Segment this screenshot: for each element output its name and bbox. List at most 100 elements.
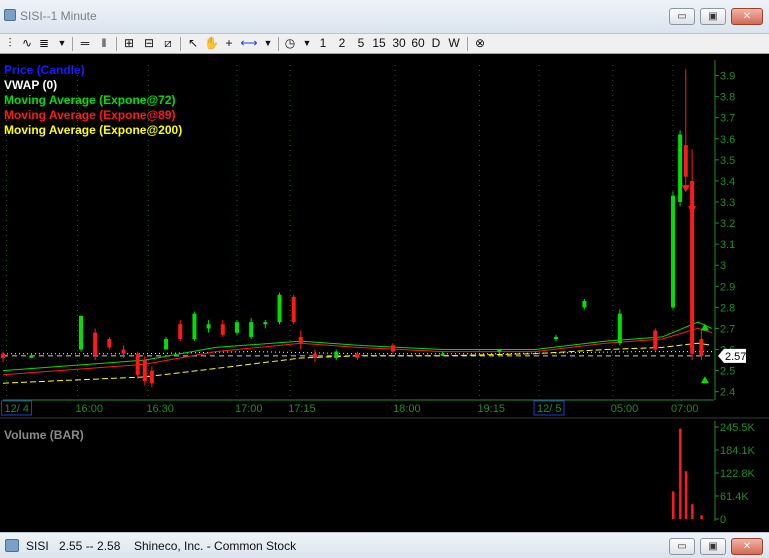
volume-y-tick-label: 245.5K [720,422,756,434]
x-tick-label: 16:30 [146,403,174,415]
volume-bar [684,471,688,519]
y-tick-label: 3.4 [720,176,735,188]
period-w[interactable]: W [447,35,461,52]
y-tick-label: 3.3 [720,197,735,209]
candle-body [671,195,676,308]
period-2[interactable]: 2 [336,35,348,52]
chevron-down-icon[interactable]: ▼ [262,35,274,52]
measure-tool-icon[interactable]: ⟷ [240,35,258,52]
candle-body [121,349,126,354]
chevron-down-icon[interactable]: ▼ [56,35,68,52]
volume-y-tick-label: 61.4K [720,491,749,503]
volume-y-tick-label: 184.1K [720,445,756,457]
candle-body [249,322,254,337]
status-company-name: Shineco, Inc. - Common Stock [134,539,297,553]
candle-body [298,336,303,344]
period-60[interactable]: 60 [410,35,426,52]
zoom-out-icon[interactable]: ⊟ [141,35,157,52]
candle-body [93,332,98,356]
x-tick-label: 07:00 [671,403,699,415]
candle-body [390,345,395,352]
line-style-icon[interactable]: ∿ [20,35,34,52]
candle-body [149,370,154,384]
candle-body [653,330,658,350]
chart-app-icon [5,539,19,552]
candle-body [192,313,197,339]
zoom-in-icon[interactable]: ⊞ [121,35,137,52]
close-button[interactable]: ✕ [731,8,763,25]
y-tick-label: 2.8 [720,302,735,314]
y-tick-label: 3.9 [720,71,735,83]
legend-vwap: VWAP (0) [4,78,57,92]
candle-body [178,324,183,339]
x-tick-label: 19:15 [477,403,505,415]
status-price-range: 2.55 -- 2.58 [59,539,121,553]
minimize-button[interactable]: ▭ [669,8,695,25]
candle-body [291,296,296,323]
period-15[interactable]: 15 [371,35,387,52]
chart-area[interactable]: 3.93.83.73.63.53.43.33.23.132.92.82.72.6… [0,55,769,532]
legend-ema89: Moving Average (Expone@89) [4,108,176,122]
y-tick-label: 2.9 [720,281,735,293]
candle-body [440,353,445,356]
bar-style-icon[interactable]: ≣ [36,35,52,52]
x-tick-label: 17:15 [288,403,316,415]
pan-hand-icon[interactable]: ✋ [204,35,219,52]
toolbar-divider [72,37,73,51]
vertical-lines-icon[interactable]: ‖ [97,35,111,52]
window-title: SISI--1 Minute [20,9,97,23]
x-tick-label: 12/ 5 [537,403,561,415]
y-tick-label: 3 [720,260,726,272]
legend-price: Price (Candle) [4,63,85,77]
candle-body [582,301,587,308]
restore-button[interactable]: ▣ [700,538,726,555]
period-d[interactable]: D [430,35,442,52]
clock-icon[interactable]: ◷ [283,35,297,52]
candle-body [617,313,622,344]
candle-body [334,351,339,358]
candle-body [277,294,282,323]
toolbar-divider [116,37,117,51]
period-1[interactable]: 1 [317,35,329,52]
candle-body [206,324,211,329]
y-tick-label: 3.8 [720,92,735,104]
volume-title: Volume (BAR) [4,428,84,442]
zoom-fit-icon[interactable]: ⧄ [160,35,176,52]
volume-bar [672,491,675,519]
volume-bar [700,515,703,519]
horizontal-lines-icon[interactable]: ═ [78,35,92,52]
candle-body [683,145,688,177]
minimize-button[interactable]: ▭ [669,538,695,555]
y-tick-label: 2.4 [720,387,735,399]
y-tick-label: 3.6 [720,134,735,146]
crosshair-icon[interactable]: + [222,35,236,52]
candle-body [497,349,502,352]
title-bar[interactable]: SISI--1 Minute ▭ ▣ ✕ [0,0,769,34]
toolbar-divider [180,37,181,51]
restore-button[interactable]: ▣ [700,8,726,25]
pointer-icon[interactable]: ↖ [186,35,200,52]
chevron-down-icon[interactable]: ▼ [301,35,313,52]
volume-y-tick-label: 0 [720,514,726,526]
close-button[interactable]: ✕ [731,538,763,555]
candle-body [554,336,559,339]
status-symbol: SISI [26,539,49,553]
candle-body [135,353,140,375]
cancel-icon[interactable]: ⊗ [472,35,488,52]
x-tick-label: 12/ 4 [5,403,29,415]
period-30[interactable]: 30 [391,35,407,52]
candle-body [678,134,683,202]
y-tick-label: 2.7 [720,323,735,335]
candle-body [29,355,34,358]
candle-style-icon[interactable]: ⫶ [2,35,18,52]
candle-body [142,360,147,382]
chart-toolbar: ⫶ ∿ ≣ ▼ ═ ‖ ⊞ ⊟ ⧄ ↖ ✋ + ⟷ ▼ ◷ ▼ 1 2 5 15… [0,34,769,54]
legend-ema72: Moving Average (Expone@72) [4,93,176,107]
candle-body [355,353,360,358]
volume-bar [679,428,682,519]
y-tick-label: 3.5 [720,155,735,167]
period-5[interactable]: 5 [355,35,367,52]
app-icon [4,9,16,21]
candle-body [164,338,169,350]
chart-window: SISI--1 Minute ▭ ▣ ✕ ⫶ ∿ ≣ ▼ ═ ‖ ⊞ ⊟ ⧄ ↖… [0,0,769,558]
